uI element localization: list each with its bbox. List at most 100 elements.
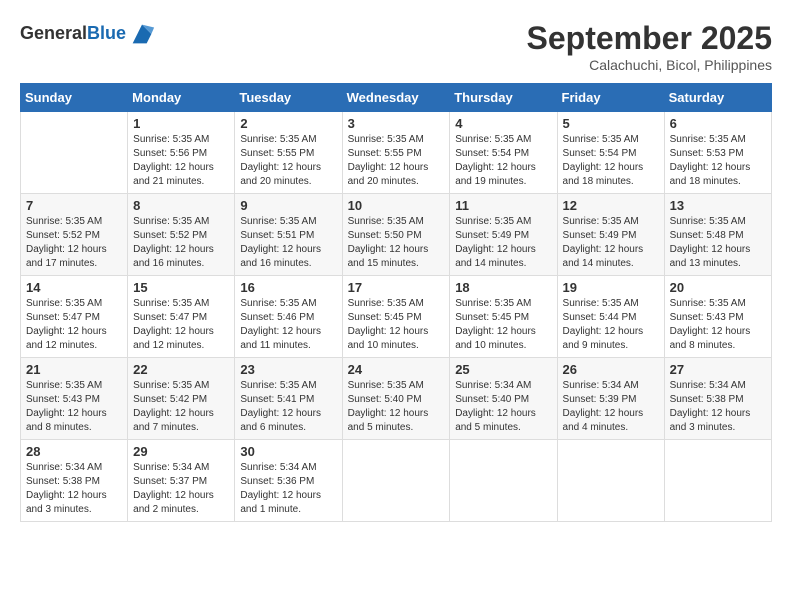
day-detail: Sunrise: 5:35 AM Sunset: 5:56 PM Dayligh… <box>133 133 229 189</box>
calendar-cell: 8 Sunrise: 5:35 AM Sunset: 5:52 PM Daylig… <box>128 194 235 276</box>
day-number: 22 <box>133 362 229 377</box>
day-detail: Sunrise: 5:35 AM Sunset: 5:44 PM Dayligh… <box>563 297 659 353</box>
day-detail: Sunrise: 5:34 AM Sunset: 5:36 PM Dayligh… <box>240 461 336 517</box>
day-detail: Sunrise: 5:35 AM Sunset: 5:46 PM Dayligh… <box>240 297 336 353</box>
day-detail: Sunrise: 5:35 AM Sunset: 5:51 PM Dayligh… <box>240 215 336 271</box>
day-detail: Sunrise: 5:34 AM Sunset: 5:37 PM Dayligh… <box>133 461 229 517</box>
weekday-header-saturday: Saturday <box>664 84 771 112</box>
calendar-cell <box>342 440 450 522</box>
day-detail: Sunrise: 5:35 AM Sunset: 5:43 PM Dayligh… <box>670 297 766 353</box>
day-number: 30 <box>240 444 336 459</box>
calendar-cell: 6 Sunrise: 5:35 AM Sunset: 5:53 PM Daylig… <box>664 112 771 194</box>
calendar-cell: 10 Sunrise: 5:35 AM Sunset: 5:50 PM Dayli… <box>342 194 450 276</box>
day-detail: Sunrise: 5:35 AM Sunset: 5:47 PM Dayligh… <box>26 297 122 353</box>
day-detail: Sunrise: 5:34 AM Sunset: 5:38 PM Dayligh… <box>26 461 122 517</box>
location: Calachuchi, Bicol, Philippines <box>527 57 772 73</box>
day-number: 17 <box>348 280 445 295</box>
calendar-week-1: 1Sunrise: 5:35 AM Sunset: 5:56 PM Daylig… <box>21 112 772 194</box>
day-detail: Sunrise: 5:35 AM Sunset: 5:47 PM Dayligh… <box>133 297 229 353</box>
calendar-cell: 2Sunrise: 5:35 AM Sunset: 5:55 PM Daylig… <box>235 112 342 194</box>
day-number: 27 <box>670 362 766 377</box>
day-number: 10 <box>348 198 445 213</box>
calendar-cell: 16 Sunrise: 5:35 AM Sunset: 5:46 PM Dayli… <box>235 276 342 358</box>
calendar-cell: 21Sunrise: 5:35 AM Sunset: 5:43 PM Dayli… <box>21 358 128 440</box>
day-detail: Sunrise: 5:35 AM Sunset: 5:42 PM Dayligh… <box>133 379 229 435</box>
day-detail: Sunrise: 5:35 AM Sunset: 5:55 PM Dayligh… <box>348 133 445 189</box>
day-number: 26 <box>563 362 659 377</box>
day-number: 19 <box>563 280 659 295</box>
day-detail: Sunrise: 5:35 AM Sunset: 5:53 PM Dayligh… <box>670 133 766 189</box>
month-title: September 2025 <box>527 20 772 57</box>
day-number: 8 <box>133 198 229 213</box>
calendar-cell: 17 Sunrise: 5:35 AM Sunset: 5:45 PM Dayli… <box>342 276 450 358</box>
calendar-cell: 1Sunrise: 5:35 AM Sunset: 5:56 PM Daylig… <box>128 112 235 194</box>
weekday-header-wednesday: Wednesday <box>342 84 450 112</box>
day-detail: Sunrise: 5:35 AM Sunset: 5:55 PM Dayligh… <box>240 133 336 189</box>
calendar-cell <box>450 440 557 522</box>
day-number: 28 <box>26 444 122 459</box>
day-number: 11 <box>455 198 551 213</box>
day-detail: Sunrise: 5:35 AM Sunset: 5:45 PM Dayligh… <box>348 297 445 353</box>
calendar-cell: 4 Sunrise: 5:35 AM Sunset: 5:54 PM Daylig… <box>450 112 557 194</box>
day-detail: Sunrise: 5:35 AM Sunset: 5:45 PM Dayligh… <box>455 297 551 353</box>
day-detail: Sunrise: 5:35 AM Sunset: 5:43 PM Dayligh… <box>26 379 122 435</box>
day-number: 25 <box>455 362 551 377</box>
day-detail: Sunrise: 5:34 AM Sunset: 5:38 PM Dayligh… <box>670 379 766 435</box>
day-number: 5 <box>563 116 659 131</box>
calendar-cell: 29 Sunrise: 5:34 AM Sunset: 5:37 PM Dayli… <box>128 440 235 522</box>
calendar-cell: 9 Sunrise: 5:35 AM Sunset: 5:51 PM Daylig… <box>235 194 342 276</box>
calendar-cell <box>664 440 771 522</box>
day-detail: Sunrise: 5:35 AM Sunset: 5:49 PM Dayligh… <box>455 215 551 271</box>
day-number: 20 <box>670 280 766 295</box>
calendar-week-2: 7Sunrise: 5:35 AM Sunset: 5:52 PM Daylig… <box>21 194 772 276</box>
day-detail: Sunrise: 5:35 AM Sunset: 5:54 PM Dayligh… <box>563 133 659 189</box>
logo-general: General <box>20 23 87 43</box>
calendar-cell: 12Sunrise: 5:35 AM Sunset: 5:49 PM Dayli… <box>557 194 664 276</box>
calendar-cell: 11 Sunrise: 5:35 AM Sunset: 5:49 PM Dayli… <box>450 194 557 276</box>
calendar-cell: 27 Sunrise: 5:34 AM Sunset: 5:38 PM Dayli… <box>664 358 771 440</box>
calendar-table: SundayMondayTuesdayWednesdayThursdayFrid… <box>20 83 772 522</box>
title-block: September 2025 Calachuchi, Bicol, Philip… <box>527 20 772 73</box>
calendar-week-4: 21Sunrise: 5:35 AM Sunset: 5:43 PM Dayli… <box>21 358 772 440</box>
weekday-header-row: SundayMondayTuesdayWednesdayThursdayFrid… <box>21 84 772 112</box>
day-number: 13 <box>670 198 766 213</box>
weekday-header-sunday: Sunday <box>21 84 128 112</box>
day-number: 18 <box>455 280 551 295</box>
logo-blue: Blue <box>87 23 126 43</box>
weekday-header-monday: Monday <box>128 84 235 112</box>
day-number: 3 <box>348 116 445 131</box>
day-number: 6 <box>670 116 766 131</box>
calendar-cell: 20 Sunrise: 5:35 AM Sunset: 5:43 PM Dayli… <box>664 276 771 358</box>
day-number: 24 <box>348 362 445 377</box>
weekday-header-friday: Friday <box>557 84 664 112</box>
calendar-cell: 22 Sunrise: 5:35 AM Sunset: 5:42 PM Dayli… <box>128 358 235 440</box>
day-detail: Sunrise: 5:35 AM Sunset: 5:52 PM Dayligh… <box>26 215 122 271</box>
day-number: 23 <box>240 362 336 377</box>
day-detail: Sunrise: 5:34 AM Sunset: 5:40 PM Dayligh… <box>455 379 551 435</box>
day-number: 4 <box>455 116 551 131</box>
day-detail: Sunrise: 5:34 AM Sunset: 5:39 PM Dayligh… <box>563 379 659 435</box>
calendar-cell: 26 Sunrise: 5:34 AM Sunset: 5:39 PM Dayli… <box>557 358 664 440</box>
weekday-header-thursday: Thursday <box>450 84 557 112</box>
day-detail: Sunrise: 5:35 AM Sunset: 5:50 PM Dayligh… <box>348 215 445 271</box>
day-detail: Sunrise: 5:35 AM Sunset: 5:52 PM Dayligh… <box>133 215 229 271</box>
calendar-cell: 18 Sunrise: 5:35 AM Sunset: 5:45 PM Dayli… <box>450 276 557 358</box>
calendar-cell: 28 Sunrise: 5:34 AM Sunset: 5:38 PM Dayli… <box>21 440 128 522</box>
day-number: 29 <box>133 444 229 459</box>
calendar-cell: 7Sunrise: 5:35 AM Sunset: 5:52 PM Daylig… <box>21 194 128 276</box>
calendar-cell: 24 Sunrise: 5:35 AM Sunset: 5:40 PM Dayli… <box>342 358 450 440</box>
logo-icon <box>128 20 156 48</box>
day-number: 16 <box>240 280 336 295</box>
day-detail: Sunrise: 5:35 AM Sunset: 5:54 PM Dayligh… <box>455 133 551 189</box>
day-number: 14 <box>26 280 122 295</box>
calendar-cell <box>21 112 128 194</box>
weekday-header-tuesday: Tuesday <box>235 84 342 112</box>
day-detail: Sunrise: 5:35 AM Sunset: 5:40 PM Dayligh… <box>348 379 445 435</box>
calendar-week-5: 28 Sunrise: 5:34 AM Sunset: 5:38 PM Dayli… <box>21 440 772 522</box>
calendar-cell: 5 Sunrise: 5:35 AM Sunset: 5:54 PM Daylig… <box>557 112 664 194</box>
calendar-cell: 15Sunrise: 5:35 AM Sunset: 5:47 PM Dayli… <box>128 276 235 358</box>
calendar-cell <box>557 440 664 522</box>
calendar-cell: 3 Sunrise: 5:35 AM Sunset: 5:55 PM Daylig… <box>342 112 450 194</box>
day-number: 9 <box>240 198 336 213</box>
day-detail: Sunrise: 5:35 AM Sunset: 5:49 PM Dayligh… <box>563 215 659 271</box>
